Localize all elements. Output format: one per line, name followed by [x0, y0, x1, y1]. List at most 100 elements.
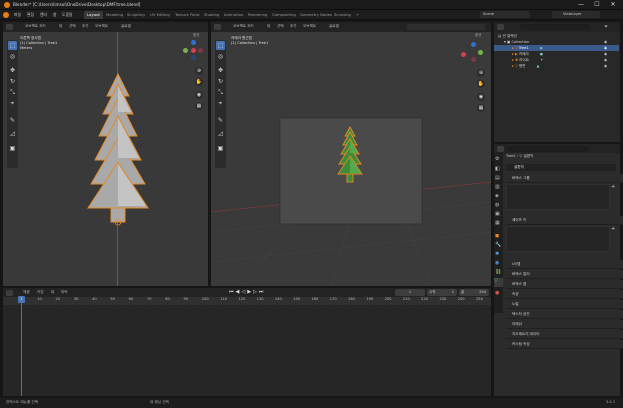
- add-menu[interactable]: 추가: [82, 24, 89, 29]
- camera-view-icon[interactable]: ◉: [195, 91, 203, 99]
- view-menu[interactable]: 뷰: [51, 290, 54, 295]
- marker-menu[interactable]: 마커: [61, 290, 68, 295]
- cursor-tool-icon[interactable]: ◎: [216, 52, 225, 61]
- add-shape-key-button[interactable]: +: [611, 226, 616, 232]
- render-tab-icon[interactable]: ◧: [495, 166, 502, 173]
- z-axis-icon[interactable]: [191, 40, 196, 45]
- menu-help[interactable]: 도움말: [62, 12, 72, 18]
- section-vertex-colors[interactable]: 버텍스 컬러: [506, 270, 623, 279]
- properties-search-input[interactable]: [508, 146, 588, 152]
- tab-shading[interactable]: Shading: [201, 11, 222, 19]
- select-box-tool-icon[interactable]: ⬚: [8, 41, 17, 50]
- view-layer-tab-icon[interactable]: ▥: [495, 184, 502, 191]
- section-geometry-data[interactable]: 지오메트리 데이터: [506, 330, 623, 339]
- scene-selector[interactable]: Scene: [480, 11, 530, 18]
- tab-layout[interactable]: Layout: [84, 11, 103, 19]
- object-tab-icon[interactable]: ◼: [495, 233, 502, 240]
- section-attributes[interactable]: 속성: [506, 290, 623, 299]
- scale-tool-icon[interactable]: ⤡: [8, 88, 17, 97]
- right-3d-viewport[interactable]: 오브젝트 모드 뷰 선택 추가 오브젝트 글로벌 옵션 카메라 원근법 (1) …: [211, 22, 491, 286]
- collection-tab-icon[interactable]: ▣: [495, 211, 502, 218]
- blender-menu-icon[interactable]: [3, 12, 9, 18]
- physics-tab-icon[interactable]: ◉: [495, 260, 502, 267]
- world-tab-icon[interactable]: ◍: [495, 202, 502, 209]
- output-tab-icon[interactable]: ▤: [495, 175, 502, 182]
- menu-edit[interactable]: 편집: [27, 12, 34, 18]
- playback-controls[interactable]: ⏮◀◁▶▷⏭: [229, 289, 279, 296]
- editor-type-icon[interactable]: [6, 290, 13, 296]
- end-frame-field[interactable]: 끝 250: [459, 289, 489, 296]
- select-box-tool-icon[interactable]: ⬚: [216, 41, 225, 50]
- tab-rendering[interactable]: Rendering: [245, 11, 270, 19]
- object-menu[interactable]: 오브젝트: [95, 24, 108, 29]
- tree-object[interactable]: [87, 72, 149, 230]
- tab-animation[interactable]: Animation: [221, 11, 246, 19]
- annotate-tool-icon[interactable]: ✎: [216, 116, 225, 125]
- move-tool-icon[interactable]: ✥: [216, 66, 225, 75]
- editor-type-icon[interactable]: [214, 24, 221, 30]
- x-axis-icon[interactable]: [191, 48, 196, 53]
- add-vertex-group-button[interactable]: +: [611, 184, 616, 190]
- zoom-icon[interactable]: ⊕: [195, 67, 203, 75]
- editor-type-icon[interactable]: [6, 24, 13, 30]
- rotate-tool-icon[interactable]: ↻: [8, 77, 17, 86]
- outliner-row-plane[interactable]: ▸ ▽ 평면 ▲ ◉: [494, 63, 619, 69]
- mesh-datablock-field[interactable]: 설편직: [506, 164, 616, 171]
- menu-render[interactable]: 렌더: [40, 12, 47, 18]
- texture-tab-icon[interactable]: ▦: [495, 220, 502, 227]
- pan-hand-icon[interactable]: ✋: [195, 78, 203, 86]
- section-normals[interactable]: 노멀: [506, 300, 623, 309]
- outliner-search-input[interactable]: [520, 24, 590, 30]
- tab-texture-paint[interactable]: Texture Paint: [172, 11, 203, 19]
- playhead-frame[interactable]: 1: [18, 296, 25, 303]
- shape-keys-list[interactable]: [506, 226, 610, 252]
- constraints-tab-icon[interactable]: ⛓: [495, 269, 502, 276]
- minimize-button[interactable]: —: [574, 1, 588, 9]
- keying-menu[interactable]: 키잉: [37, 290, 44, 295]
- ortho-grid-icon[interactable]: ▦: [477, 104, 485, 112]
- material-tab-icon[interactable]: ●: [495, 290, 502, 297]
- z-axis-icon[interactable]: [471, 42, 476, 47]
- cursor-tool-icon[interactable]: ◎: [8, 52, 17, 61]
- rotate-tool-icon[interactable]: ↻: [216, 77, 225, 86]
- add-cube-tool-icon[interactable]: ▣: [8, 144, 17, 153]
- y-axis-icon[interactable]: [183, 48, 188, 53]
- neg-z-axis-icon[interactable]: [191, 55, 196, 60]
- modifier-tab-icon[interactable]: 🔧: [495, 242, 502, 249]
- add-workspace-button[interactable]: +: [353, 11, 362, 19]
- playback-menu[interactable]: 재생: [23, 290, 30, 295]
- section-vertex-maps[interactable]: 버텍스 맵: [506, 280, 623, 289]
- mode-dropdown[interactable]: 오브젝트 모드: [25, 24, 46, 29]
- view-menu[interactable]: 뷰: [267, 24, 270, 29]
- mesh-data-tab-icon[interactable]: ▽: [494, 278, 503, 287]
- shading-buttons[interactable]: [407, 24, 485, 30]
- tab-uv-editing[interactable]: UV Editing: [147, 11, 173, 19]
- viewlayer-selector[interactable]: ViewLayer: [552, 11, 600, 18]
- pan-hand-icon[interactable]: ✋: [477, 80, 485, 88]
- mode-dropdown[interactable]: 오브젝트 모드: [233, 24, 254, 29]
- measure-tool-icon[interactable]: ◿: [8, 129, 17, 138]
- zoom-icon[interactable]: ⊕: [477, 69, 485, 77]
- playhead-line[interactable]: [21, 303, 22, 396]
- neg-x-axis-icon[interactable]: [471, 57, 476, 62]
- start-frame-field[interactable]: 시작 1: [427, 289, 457, 296]
- ortho-grid-icon[interactable]: ▦: [195, 102, 203, 110]
- menu-window[interactable]: 창: [53, 12, 57, 18]
- camera-view-icon[interactable]: ◉: [477, 93, 485, 101]
- menu-file[interactable]: 파일: [14, 12, 21, 18]
- section-custom-properties[interactable]: 커스텀 속성: [506, 340, 623, 349]
- particles-tab-icon[interactable]: ✺: [495, 251, 502, 258]
- scene-tab-icon[interactable]: ◈: [495, 193, 502, 200]
- options-dropdown[interactable]: 옵션: [193, 33, 199, 38]
- tab-scripting[interactable]: Scripting: [331, 11, 354, 19]
- navigation-gizmo[interactable]: [183, 40, 203, 60]
- tab-sculpting[interactable]: Sculpting: [124, 11, 148, 19]
- filter-icon[interactable]: ⏷: [604, 24, 612, 30]
- close-button[interactable]: ✕: [606, 1, 620, 9]
- current-frame-field[interactable]: 1: [395, 289, 425, 296]
- transform-orientation[interactable]: 글로벌: [329, 24, 339, 29]
- editor-type-icon[interactable]: [497, 24, 504, 30]
- transform-tool-icon[interactable]: ⌖: [8, 99, 17, 108]
- tool-tab-icon[interactable]: ⚙: [495, 156, 502, 163]
- add-menu[interactable]: 추가: [290, 24, 297, 29]
